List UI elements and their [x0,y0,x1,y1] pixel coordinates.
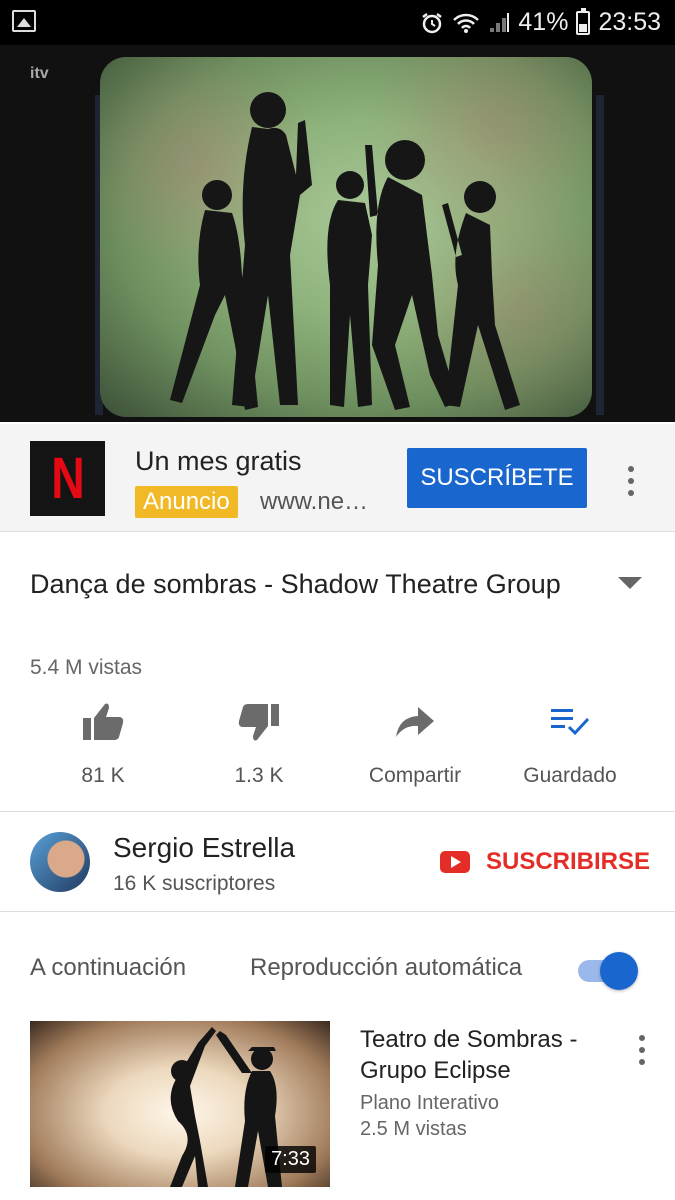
ad-url: www.ne… [260,488,369,515]
more-vert-icon[interactable] [627,466,635,496]
wifi-icon [453,13,480,33]
battery-percent: 41% [518,8,569,36]
more-vert-icon[interactable] [638,1035,646,1065]
clock: 23:53 [598,8,661,36]
like-count: 81 K [81,764,125,787]
video-thumbnail[interactable]: 7:33 [30,1021,330,1187]
share-label: Compartir [368,764,462,787]
share-button[interactable]: Compartir [340,700,490,788]
channel-row[interactable]: Sergio Estrella 16 K suscriptores SUSCRI… [0,812,675,912]
subscribe-button[interactable]: SUSCRIBIRSE [440,848,650,876]
video-duration: 7:33 [265,1146,316,1173]
recommended-views: 2.5 M vistas [360,1118,467,1140]
dancers-silhouette [170,92,520,410]
playlist-added-icon [551,709,590,736]
thumbs-down-icon [238,704,279,741]
gallery-icon [12,10,36,32]
youtube-play-icon [440,851,470,873]
video-details: Dança de sombras - Shadow Theatre Group … [0,532,675,812]
share-icon [396,707,434,737]
ad-banner[interactable]: N Un mes gratis Anuncio www.ne… SUSCRÍBE… [0,424,675,532]
netflix-logo: N [30,441,105,516]
subscribe-label: SUSCRIBIRSE [486,848,651,875]
status-icons: 41% 23:53 [420,0,661,45]
status-bar: 41% 23:53 [0,0,675,45]
recommended-title[interactable]: Teatro de Sombras - Grupo Eclipse [360,1024,620,1086]
ad-title: Un mes gratis [135,446,302,476]
ad-subscribe-button[interactable]: SUSCRÍBETE [407,448,587,508]
saved-label: Guardado [523,764,617,787]
signal-icon [490,12,510,32]
autoplay-toggle[interactable] [578,952,638,990]
subscriber-count: 16 K suscriptores [113,872,276,895]
avatar[interactable] [30,832,90,892]
video-player[interactable]: itv [0,45,675,422]
view-count: 5.4 M vistas [30,656,143,679]
channel-name[interactable]: Sergio Estrella [113,832,295,864]
battery-icon [576,7,591,35]
action-bar: 81 K 1.3 K Compartir Guardado [0,700,675,790]
thumbs-up-icon [83,703,124,740]
autoplay-label: Reproducción automática [250,954,523,981]
recommended-meta: Plano Interativo 2.5 M vistas [360,1090,499,1142]
like-button[interactable]: 81 K [28,700,178,788]
video-title: Dança de sombras - Shadow Theatre Group [30,569,561,599]
up-next-label: A continuación [30,954,187,981]
dislike-count: 1.3 K [234,764,284,787]
up-next-section: A continuación Reproducción automática 7… [0,912,675,1200]
ad-badge: Anuncio [135,486,238,518]
expand-description-icon[interactable] [618,577,642,589]
saved-button[interactable]: Guardado [495,700,645,788]
recommended-channel: Plano Interativo [360,1092,499,1114]
dislike-button[interactable]: 1.3 K [184,700,334,788]
alarm-icon [422,12,443,33]
